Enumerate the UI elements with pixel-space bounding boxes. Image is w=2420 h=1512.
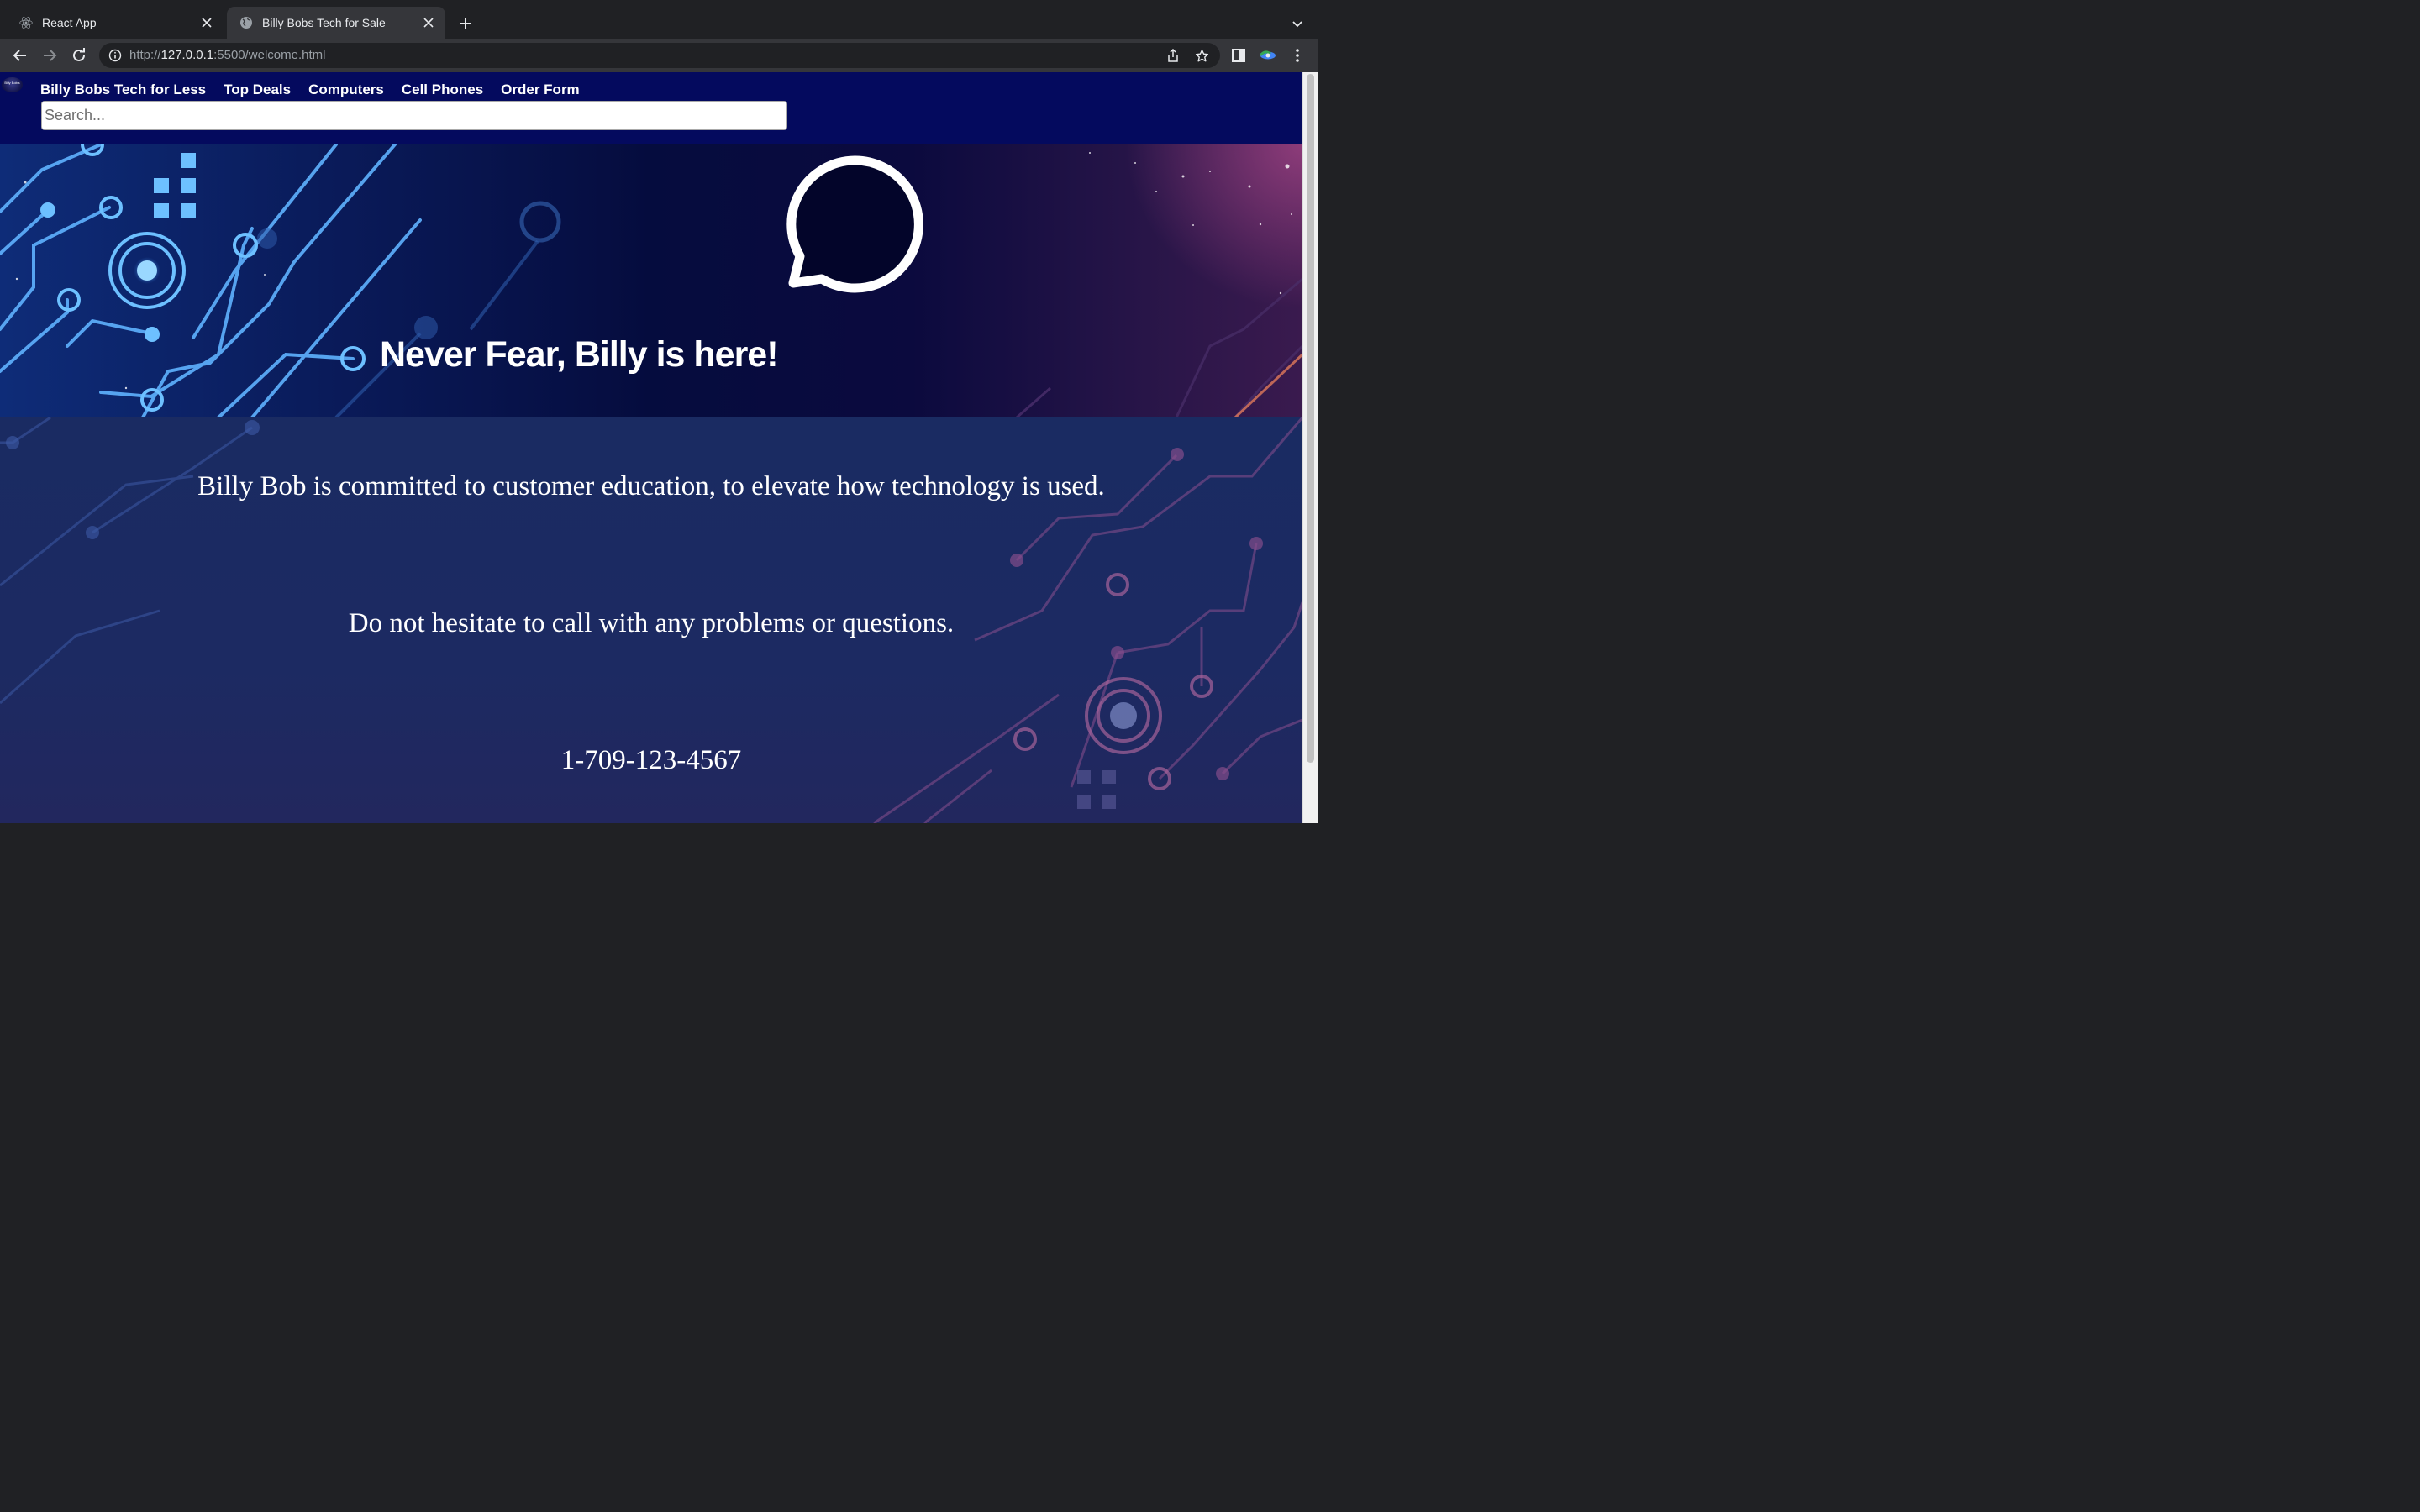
share-icon[interactable] bbox=[1165, 47, 1181, 64]
content-section: Billy Bob is committed to customer educa… bbox=[0, 417, 1302, 823]
back-arrow-icon[interactable] bbox=[9, 45, 31, 66]
tab-react-app[interactable]: React App bbox=[7, 7, 224, 39]
logo-text: Billy Bob's bbox=[4, 81, 20, 85]
new-tab-plus-icon[interactable] bbox=[455, 13, 476, 34]
search-input[interactable] bbox=[41, 101, 787, 130]
url-text: http://127.0.0.1:5500/welcome.html bbox=[129, 48, 326, 62]
chat-bubble-icon[interactable] bbox=[781, 151, 929, 299]
nav-link-order-form[interactable]: Order Form bbox=[501, 81, 580, 98]
nav-link-cell-phones[interactable]: Cell Phones bbox=[402, 81, 483, 98]
hero-title: Never Fear, Billy is here! bbox=[380, 334, 779, 375]
url-host: 127.0.0.1 bbox=[160, 48, 214, 62]
tab-title: Billy Bobs Tech for Sale bbox=[262, 16, 386, 29]
tab-strip: React App Billy Bobs Tech for Sale bbox=[0, 0, 1318, 39]
site-navbar: Billy Bob's Billy Bobs Tech for Less Top… bbox=[0, 72, 1302, 144]
tab-billy-bobs[interactable]: Billy Bobs Tech for Sale bbox=[227, 7, 445, 39]
nav-links: Billy Bobs Tech for Less Top Deals Compu… bbox=[40, 81, 597, 98]
paragraph-education: Billy Bob is committed to customer educa… bbox=[197, 471, 1105, 501]
nav-link-computers[interactable]: Computers bbox=[308, 81, 384, 98]
circuit-background bbox=[0, 144, 1302, 417]
page-viewport: Billy Bob's Billy Bobs Tech for Less Top… bbox=[0, 72, 1318, 823]
reload-icon[interactable] bbox=[68, 45, 90, 66]
react-icon bbox=[18, 15, 34, 30]
scrollbar-thumb[interactable] bbox=[1307, 74, 1314, 763]
url-scheme: http:// bbox=[129, 48, 161, 62]
more-menu-icon[interactable] bbox=[1288, 46, 1307, 65]
phone-number: 1-709-123-4567 bbox=[560, 745, 742, 775]
bookmark-star-icon[interactable] bbox=[1193, 47, 1210, 64]
globe-icon bbox=[239, 15, 254, 30]
site-info-icon[interactable] bbox=[108, 48, 123, 63]
nav-link-top-deals[interactable]: Top Deals bbox=[224, 81, 291, 98]
paragraph-call: Do not hesitate to call with any problem… bbox=[348, 608, 955, 638]
address-bar[interactable]: http://127.0.0.1:5500/welcome.html bbox=[99, 43, 1220, 68]
site-logo[interactable]: Billy Bob's bbox=[2, 77, 23, 92]
vertical-scrollbar[interactable] bbox=[1302, 72, 1318, 823]
side-panel-icon[interactable] bbox=[1229, 46, 1248, 65]
close-tab-icon[interactable] bbox=[198, 14, 215, 31]
tab-title: React App bbox=[42, 16, 97, 29]
hero-banner: Never Fear, Billy is here! bbox=[0, 144, 1302, 417]
browser-toolbar: http://127.0.0.1:5500/welcome.html bbox=[0, 39, 1318, 72]
tab-search-chevron-icon[interactable] bbox=[1287, 13, 1307, 34]
url-path: :5500/welcome.html bbox=[213, 48, 326, 62]
close-tab-icon[interactable] bbox=[420, 14, 437, 31]
forward-arrow-icon[interactable] bbox=[39, 45, 60, 66]
extension-icon[interactable] bbox=[1259, 46, 1277, 65]
nav-link-home[interactable]: Billy Bobs Tech for Less bbox=[40, 81, 206, 98]
